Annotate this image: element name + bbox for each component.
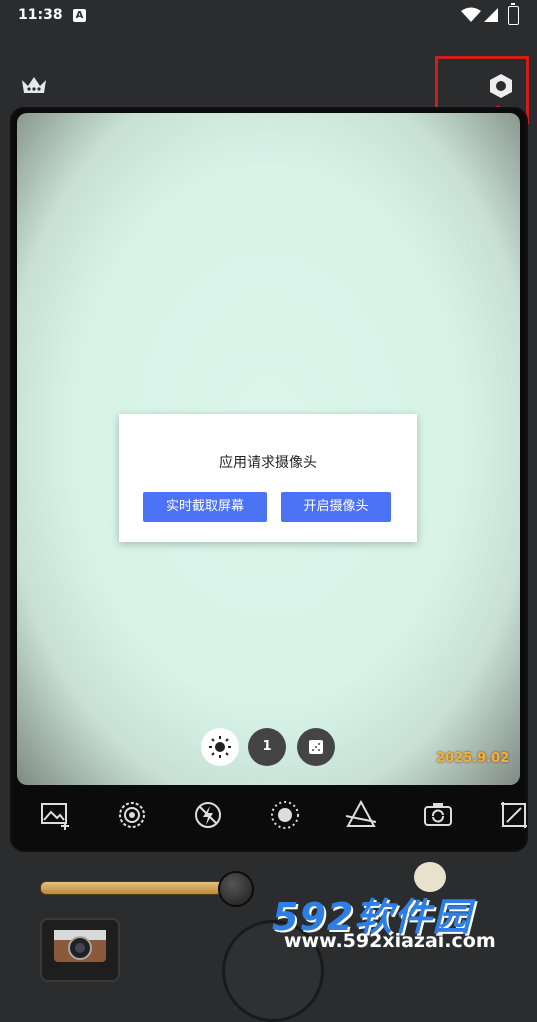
- date-stamp: 2025.9.02: [436, 751, 510, 766]
- watermark: 592软件园 www.592xiazai.com: [272, 886, 534, 956]
- flash-off-icon[interactable]: [191, 798, 225, 832]
- grain-button[interactable]: [297, 728, 335, 766]
- battery-icon: [508, 3, 519, 25]
- crop-icon[interactable]: [497, 798, 531, 832]
- sun-icon: [209, 736, 231, 758]
- status-time: 11:38: [18, 7, 63, 23]
- crown-icon[interactable]: [20, 74, 48, 96]
- intensity-slider-knob[interactable]: [218, 871, 254, 907]
- screen-capture-button[interactable]: 实时截取屏幕: [143, 492, 267, 522]
- count-button[interactable]: 1: [248, 728, 286, 766]
- add-image-icon[interactable]: [38, 798, 72, 832]
- prism-icon[interactable]: [344, 798, 378, 832]
- dialog-message: 应用请求摄像头: [219, 455, 317, 471]
- notification-a-icon: A: [73, 9, 86, 22]
- retro-camera-icon: [54, 930, 106, 962]
- signal-icon: [484, 8, 498, 22]
- watermark-url: www.592xiazai.com: [284, 930, 496, 952]
- camera-thumbnail[interactable]: [40, 918, 120, 982]
- grain-icon: [309, 740, 323, 754]
- focus-ring-icon[interactable]: [115, 798, 149, 832]
- vignette-icon[interactable]: [268, 798, 302, 832]
- open-camera-button[interactable]: 开启摄像头: [281, 492, 391, 522]
- status-bar: 11:38 A: [0, 0, 537, 34]
- exposure-button[interactable]: [201, 728, 239, 766]
- flip-camera-icon[interactable]: [421, 798, 455, 832]
- camera-permission-dialog: 应用请求摄像头 实时截取屏幕 开启摄像头: [119, 414, 417, 542]
- wifi-icon: [461, 7, 481, 22]
